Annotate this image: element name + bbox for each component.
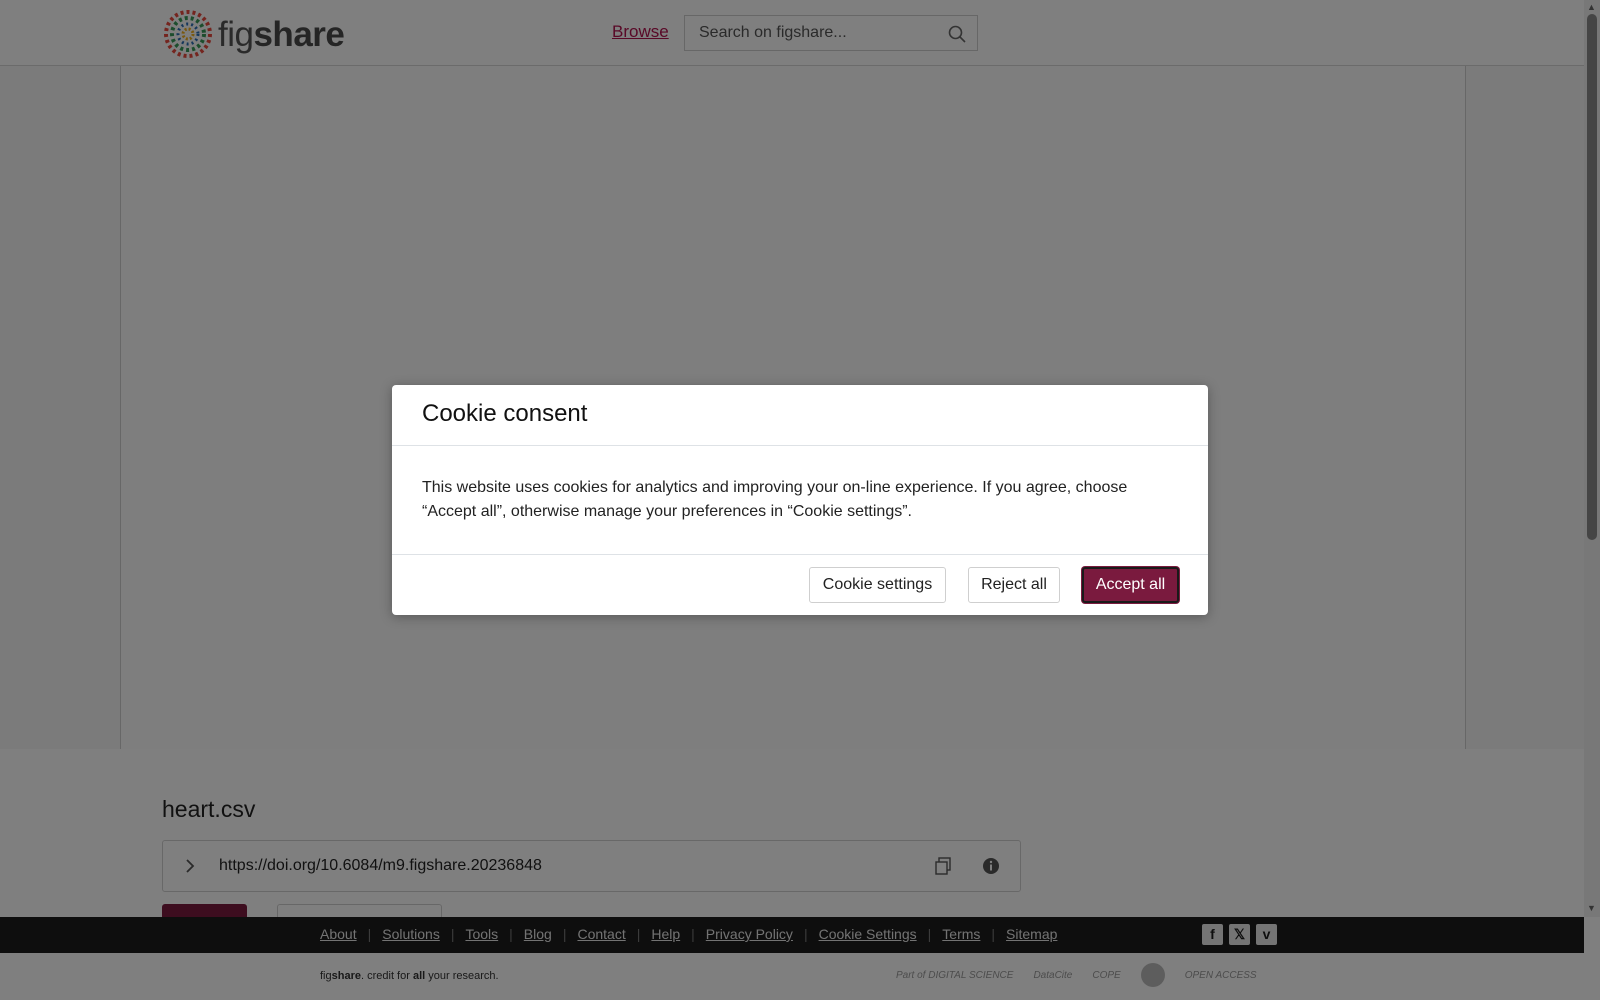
- cookie-settings-button[interactable]: Cookie settings: [809, 567, 946, 603]
- dialog-body: This website uses cookies for analytics …: [392, 446, 1208, 555]
- reject-all-button[interactable]: Reject all: [968, 567, 1060, 603]
- dialog-title: Cookie consent: [422, 400, 588, 427]
- dialog-header: Cookie consent: [392, 385, 1208, 446]
- dialog-footer: Cookie settings Reject all Accept all: [392, 555, 1208, 614]
- dialog-message: This website uses cookies for analytics …: [422, 479, 1128, 520]
- accept-all-button[interactable]: Accept all: [1082, 567, 1179, 603]
- cookie-consent-dialog: Cookie consent This website uses cookies…: [392, 385, 1208, 615]
